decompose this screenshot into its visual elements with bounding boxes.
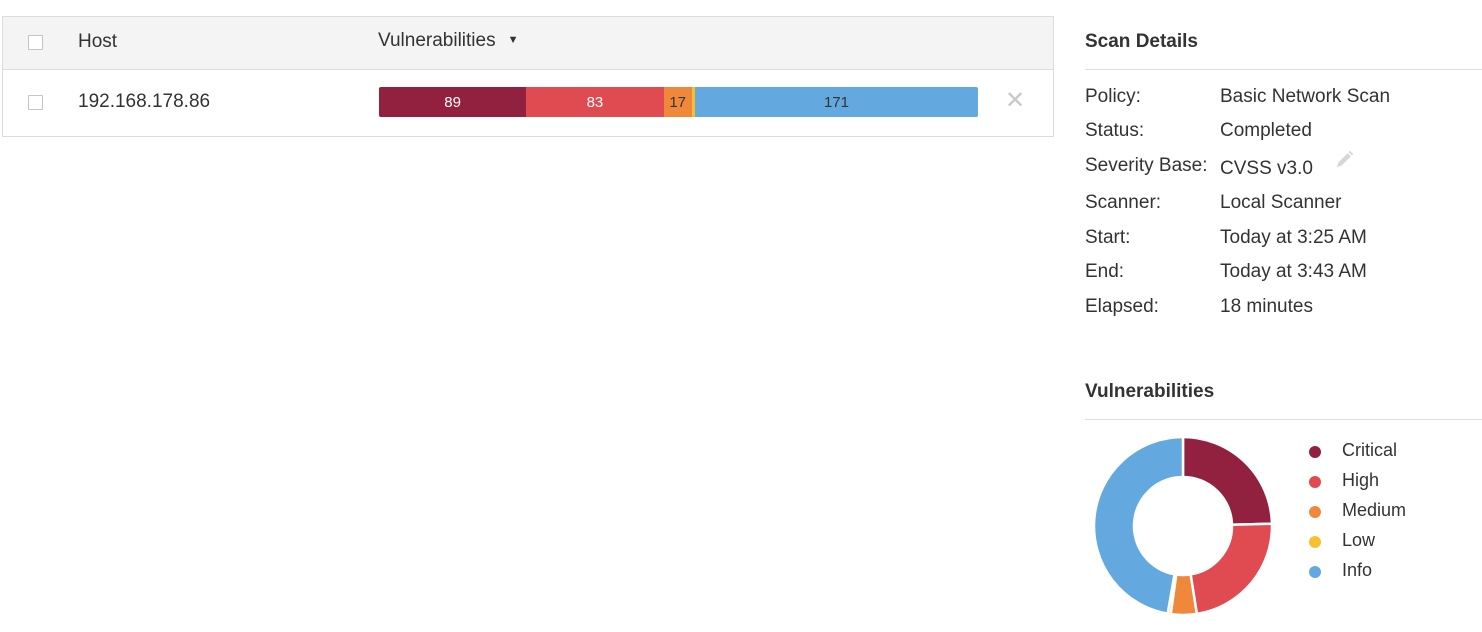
host-ip[interactable]: 192.168.178.86 [78,91,210,113]
donut-slice-critical[interactable] [1181,435,1274,527]
detail-value: Today at 3:43 AM [1220,261,1367,282]
vulnerabilities-donut-chart[interactable] [1092,435,1274,617]
donut-slice-info[interactable] [1092,435,1185,616]
remove-host-icon[interactable]: ✕ [1005,89,1025,113]
scan-details-divider [1085,69,1482,70]
vulnerabilities-title: Vulnerabilities [1085,381,1215,402]
detail-value: Completed [1220,120,1312,141]
detail-value: 18 minutes [1220,296,1313,317]
legend-item-high[interactable]: High [1309,470,1469,492]
host-column-header[interactable]: Host [78,31,117,53]
legend-swatch-critical [1309,446,1321,458]
detail-value: Today at 3:25 AM [1220,227,1367,248]
table-row[interactable]: 192.168.178.86 89 83 17 171 ✕ [3,70,1053,136]
legend-item-medium[interactable]: Medium [1309,500,1469,522]
legend-label: Medium [1342,500,1407,520]
bar-segment-medium[interactable]: 17 [663,87,692,117]
row-checkbox[interactable] [28,95,43,110]
vulnerabilities-divider [1085,419,1482,420]
detail-value: Local Scanner [1220,192,1342,213]
vulnerability-count-bar[interactable]: 89 83 17 171 [379,87,978,117]
vulnerabilities-column-header[interactable]: Vulnerabilities ▼ [378,30,518,52]
detail-label: Start: [1085,227,1131,248]
bar-segment-critical[interactable]: 89 [379,87,527,117]
legend-swatch-low [1309,536,1321,548]
legend-item-low[interactable]: Low [1309,530,1469,552]
legend-item-critical[interactable]: Critical [1309,440,1469,462]
table-header: Host Vulnerabilities ▼ [3,17,1053,70]
detail-value: Basic Network Scan [1220,86,1391,107]
legend-swatch-medium [1309,506,1321,518]
legend-label: Critical [1342,440,1398,460]
vulnerabilities-column-label: Vulnerabilities [378,30,496,51]
detail-label: Status: [1085,120,1145,141]
legend-label: Info [1342,560,1373,580]
detail-label: Policy: [1085,86,1141,107]
legend-item-info[interactable]: Info [1309,560,1469,582]
sort-descending-icon: ▼ [507,34,519,46]
legend-swatch-info [1309,566,1321,578]
bar-segment-info[interactable]: 171 [695,87,978,117]
legend-label: High [1342,470,1380,490]
legend-label: Low [1342,530,1376,550]
detail-label: Elapsed: [1085,296,1159,317]
detail-label: Scanner: [1085,192,1162,213]
select-all-checkbox[interactable] [28,35,43,50]
donut-slice-high[interactable] [1189,522,1274,616]
detail-label: Severity Base: [1085,155,1208,176]
legend-swatch-high [1309,476,1321,488]
bar-segment-high[interactable]: 83 [526,87,664,117]
pencil-icon[interactable] [1333,149,1355,171]
hosts-table: Host Vulnerabilities ▼ 192.168.178.86 89 8… [2,16,1054,137]
detail-value: CVSS v3.0 [1220,158,1313,179]
side-panel: Scan Details Policy: Basic Network Scan … [1085,0,1482,632]
detail-label: End: [1085,261,1125,282]
scan-details-title: Scan Details [1085,31,1198,52]
